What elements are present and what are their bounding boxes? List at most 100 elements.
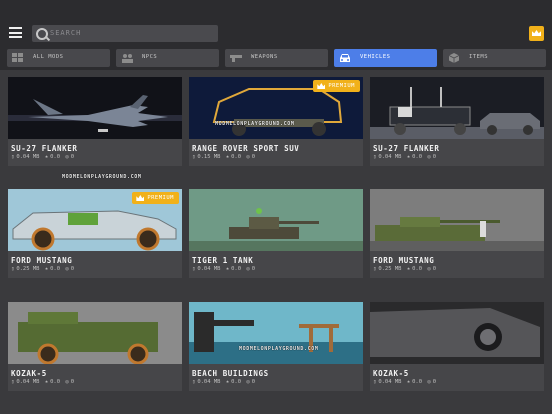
mod-card[interactable]: KOZAK-5 ▯ 0.04 MB ★ 0.0 ◎ 0 [8,302,182,391]
grid-icon [12,53,23,62]
tab-weapons[interactable]: WEAPONS [225,49,328,67]
file-icon: ▯ [373,266,377,272]
rating: 0.0 [231,379,242,385]
comment-icon: ◎ [246,266,250,272]
tab-items[interactable]: ITEMS [443,49,546,67]
star-icon: ★ [406,154,411,160]
mod-thumbnail [8,77,182,139]
mod-meta: ▯ 0.04 MB ★ 0.0 ◎ 0 [11,379,76,385]
rating: 0.0 [231,266,242,272]
file-size: 0.15 MB [197,154,221,160]
mod-card[interactable]: SU-27 FLANKER ▯ 0.04 MB ★ 0.0 ◎ 0 [370,77,544,166]
mod-title: RANGE ROVER SPORT SUV [192,144,300,153]
search-placeholder: SEARCH [50,29,82,37]
file-icon: ▯ [11,379,15,385]
star-icon: ★ [225,379,230,385]
mod-meta: ▯ 0.04 MB ★ 0.0 ◎ 0 [192,266,257,272]
file-icon: ▯ [11,154,15,160]
watermark: MODMELONPLAYGROUND.COM [62,174,142,180]
comment-icon: ◎ [246,154,250,160]
watermark: MODMELONPLAYGROUND.COM [239,346,319,352]
file-size: 0.04 MB [16,379,40,385]
premium-button[interactable] [529,26,544,41]
mod-card[interactable]: MODMELONPLAYGROUND.COM SU-27 FLANKER ▯ 0.… [8,77,182,180]
tab-label: WEAPONS [251,54,278,60]
tab-label: ITEMS [469,54,489,60]
menu-icon[interactable] [9,27,22,38]
file-icon: ▯ [373,154,377,160]
comment-icon: ◎ [427,154,431,160]
people-icon [122,54,133,63]
file-size: 0.04 MB [197,379,221,385]
rating: 0.0 [50,154,61,160]
tab-npcs[interactable]: NPCS [116,49,219,67]
rating: 0.0 [50,379,61,385]
file-size: 0.04 MB [378,154,402,160]
mod-meta: ▯ 0.04 MB ★ 0.0 ◎ 0 [192,379,257,385]
car-icon [340,54,350,62]
mod-thumbnail [8,302,182,364]
mod-title: FORD MUSTANG [11,256,73,265]
comment-icon: ◎ [65,266,69,272]
file-size: 0.04 MB [378,379,402,385]
tab-all-mods[interactable]: ALL MODS [7,49,110,67]
rating: 0.0 [50,266,61,272]
star-icon: ★ [44,154,49,160]
mod-thumbnail [370,302,544,364]
mod-thumbnail [189,302,363,364]
premium-label: PREMIUM [328,83,355,89]
comment-count: 0 [251,266,255,272]
mod-title: TIGER 1 TANK [192,256,254,265]
box-icon [448,53,460,63]
mod-meta: ▯ 0.04 MB ★ 0.0 ◎ 0 [11,154,76,160]
premium-badge: PREMIUM [313,80,360,92]
mod-meta: ▯ 0.15 MB ★ 0.0 ◎ 0 [192,154,257,160]
mod-card[interactable]: MODMELONPLAYGROUND.COM PREMIUM RANGE ROV… [189,77,363,166]
mod-thumbnail [189,189,363,251]
mod-card[interactable]: PREMIUM FORD MUSTANG ▯ 0.25 MB ★ 0.0 ◎ 0 [8,189,182,278]
comment-count: 0 [251,154,255,160]
file-icon: ▯ [373,379,377,385]
comment-icon: ◎ [427,266,431,272]
comment-count: 0 [251,379,255,385]
watermark: MODMELONPLAYGROUND.COM [215,121,295,127]
mod-card[interactable]: MODMELONPLAYGROUND.COM BEACH BUILDINGS ▯… [189,302,363,391]
mod-meta: ▯ 0.25 MB ★ 0.0 ◎ 0 [11,266,76,272]
tab-label: VEHICLES [360,54,391,60]
crown-icon [317,83,326,89]
tab-label: ALL MODS [33,54,64,60]
comment-count: 0 [432,379,436,385]
file-size: 0.25 MB [378,266,402,272]
file-icon: ▯ [192,266,196,272]
tab-label: NPCS [142,54,158,60]
file-size: 0.04 MB [197,266,221,272]
star-icon: ★ [44,266,49,272]
mod-title: FORD MUSTANG [373,256,435,265]
mod-title: BEACH BUILDINGS [192,369,269,378]
comment-icon: ◎ [65,379,69,385]
star-icon: ★ [406,379,411,385]
premium-badge: PREMIUM [132,192,179,204]
search-input[interactable]: SEARCH [32,25,218,42]
search-icon [36,28,48,40]
crown-icon [136,195,145,201]
mod-card[interactable]: TIGER 1 TANK ▯ 0.04 MB ★ 0.0 ◎ 0 [189,189,363,278]
file-size: 0.04 MB [16,154,40,160]
mod-meta: ▯ 0.04 MB ★ 0.0 ◎ 0 [373,154,438,160]
mod-title: KOZAK-5 [11,369,47,378]
rating: 0.0 [231,154,242,160]
comment-count: 0 [432,266,436,272]
mod-thumbnail [370,77,544,139]
file-icon: ▯ [11,266,15,272]
rating: 0.0 [412,266,423,272]
tab-vehicles[interactable]: VEHICLES [334,49,437,67]
comment-icon: ◎ [65,154,69,160]
star-icon: ★ [225,154,230,160]
mod-title: SU-27 FLANKER [373,144,440,153]
star-icon: ★ [406,266,411,272]
mod-card[interactable]: KOZAK-5 ▯ 0.04 MB ★ 0.0 ◎ 0 [370,302,544,391]
premium-label: PREMIUM [147,195,174,201]
mod-title: SU-27 FLANKER [11,144,78,153]
mod-card[interactable]: FORD MUSTANG ▯ 0.25 MB ★ 0.0 ◎ 0 [370,189,544,278]
comment-count: 0 [70,154,74,160]
